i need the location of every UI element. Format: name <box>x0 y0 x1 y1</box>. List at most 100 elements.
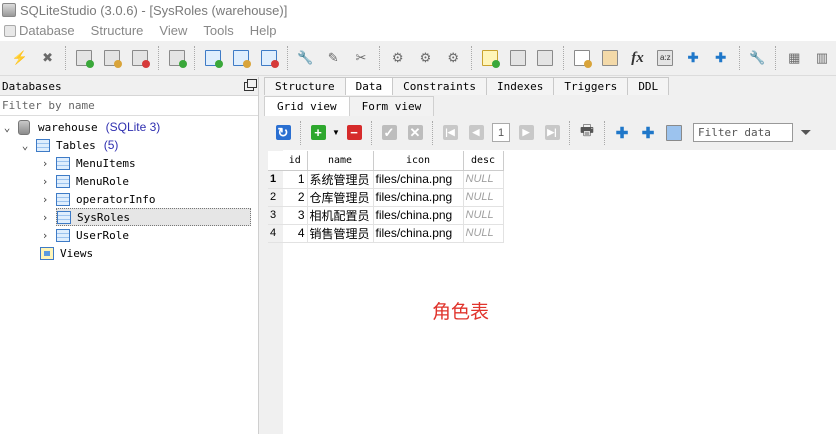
rollback-button[interactable]: ✕ <box>405 123 425 143</box>
populate-button[interactable] <box>664 123 684 143</box>
column-header-icon[interactable]: icon <box>373 151 464 171</box>
add-trigger-button[interactable]: ⚙ <box>387 47 409 69</box>
row-number[interactable]: 1 <box>268 170 283 189</box>
tree-node-table-selected[interactable]: › SysRoles <box>40 208 258 226</box>
row-number[interactable]: 3 <box>268 206 283 225</box>
commit-button[interactable]: ✓ <box>379 123 399 143</box>
edit-table-button[interactable] <box>230 47 252 69</box>
delete-row-button[interactable]: − <box>344 123 364 143</box>
import-button[interactable]: ✚ <box>682 47 704 69</box>
tab-indexes[interactable]: Indexes <box>485 77 555 95</box>
import-data-button[interactable]: ✚ <box>612 123 632 143</box>
cell-name[interactable]: 仓库管理员 <box>307 188 374 207</box>
delete-trigger-button[interactable]: ⚙ <box>442 47 464 69</box>
tree-node-views[interactable]: Views <box>40 244 93 262</box>
insert-row-dropdown[interactable]: ▼ <box>331 123 341 143</box>
cell-icon[interactable]: files/china.png <box>373 170 464 189</box>
page-number-field[interactable]: 1 <box>492 123 510 142</box>
table-row[interactable]: 1 1 系统管理员 files/china.png NULL <box>268 170 504 189</box>
cell-icon[interactable]: files/china.png <box>373 224 464 243</box>
tab-grid-view[interactable]: Grid view <box>264 96 350 116</box>
edit-database-button[interactable] <box>101 47 123 69</box>
cell-name[interactable]: 系统管理员 <box>307 170 374 189</box>
connect-db-button[interactable]: ⚡ <box>9 47 31 69</box>
tree-node-table[interactable]: › operatorInfo <box>40 190 155 208</box>
tree-node-table[interactable]: › MenuRole <box>40 172 129 190</box>
cell-desc[interactable]: NULL <box>463 224 504 243</box>
filter-data-input[interactable] <box>698 126 792 139</box>
next-page-button[interactable]: ▶ <box>516 123 536 143</box>
tab-structure[interactable]: Structure <box>264 77 346 95</box>
menu-help[interactable]: Help <box>250 23 277 38</box>
float-panel-icon[interactable] <box>244 78 257 91</box>
collations-editor-button[interactable]: a:z <box>654 47 676 69</box>
create-table-button[interactable] <box>202 47 224 69</box>
collapse-arrow-icon[interactable]: ⌄ <box>20 139 30 152</box>
grid-corner[interactable] <box>268 151 283 171</box>
edit-index-button[interactable]: ✎ <box>322 47 344 69</box>
first-page-button[interactable]: |◀ <box>440 123 460 143</box>
last-page-button[interactable]: ▶| <box>542 123 562 143</box>
disconnect-db-button[interactable]: ✖ <box>37 47 59 69</box>
export-data-button[interactable]: ✚ <box>638 123 658 143</box>
tree-node-table[interactable]: › UserRole <box>40 226 129 244</box>
expand-arrow-icon[interactable]: › <box>40 193 50 206</box>
cell-desc[interactable]: NULL <box>463 170 504 189</box>
add-index-button[interactable]: 🔧 <box>295 47 317 69</box>
row-number[interactable]: 4 <box>268 224 283 243</box>
cell-desc[interactable]: NULL <box>463 206 504 225</box>
tile-windows-button[interactable]: ▦ <box>783 47 805 69</box>
delete-table-button[interactable] <box>258 47 280 69</box>
delete-index-button[interactable]: ✂ <box>350 47 372 69</box>
filter-button[interactable]: ⏷ <box>796 123 816 143</box>
sql-editor-button[interactable] <box>571 47 593 69</box>
ddl-history-button[interactable] <box>599 47 621 69</box>
collapse-arrow-icon[interactable]: ⌄ <box>2 121 12 134</box>
cascade-windows-button[interactable]: ▥ <box>811 47 833 69</box>
row-number[interactable]: 2 <box>268 188 283 207</box>
cell-id[interactable]: 4 <box>283 224 308 243</box>
edit-view-button[interactable] <box>507 47 529 69</box>
config-button[interactable]: 🔧 <box>747 47 769 69</box>
refresh-data-button[interactable]: ↻ <box>273 123 293 143</box>
filter-by-name-input[interactable] <box>2 99 252 112</box>
remove-database-button[interactable] <box>129 47 151 69</box>
table-row[interactable]: 4 4 销售管理员 files/china.png NULL <box>268 224 504 243</box>
tree-node-tables[interactable]: ⌄ Tables (5) <box>20 136 119 154</box>
cell-desc[interactable]: NULL <box>463 188 504 207</box>
edit-trigger-button[interactable]: ⚙ <box>415 47 437 69</box>
tree-node-warehouse[interactable]: ⌄ warehouse (SQLite 3) <box>2 118 160 136</box>
delete-view-button[interactable] <box>534 47 556 69</box>
column-header-desc[interactable]: desc <box>463 151 504 171</box>
functions-editor-button[interactable]: fx <box>627 47 649 69</box>
tab-data[interactable]: Data <box>344 77 394 95</box>
menu-structure[interactable]: Structure <box>91 23 144 38</box>
expand-arrow-icon[interactable]: › <box>40 175 50 188</box>
menu-database[interactable]: Database <box>4 23 75 38</box>
cell-icon[interactable]: files/china.png <box>373 206 464 225</box>
print-button[interactable]: 🖶 <box>577 122 597 143</box>
column-header-id[interactable]: id <box>283 151 308 171</box>
add-view-button[interactable] <box>479 47 501 69</box>
tab-constraints[interactable]: Constraints <box>392 77 487 95</box>
cell-name[interactable]: 相机配置员 <box>307 206 374 225</box>
expand-arrow-icon[interactable]: › <box>40 229 50 242</box>
insert-row-button[interactable]: + <box>308 123 328 143</box>
expand-arrow-icon[interactable]: › <box>40 157 50 170</box>
tree-node-table[interactable]: › MenuItems <box>40 154 136 172</box>
add-database-button[interactable] <box>73 47 95 69</box>
prev-page-button[interactable]: ◀ <box>466 123 486 143</box>
export-button[interactable]: ✚ <box>710 47 732 69</box>
cell-id[interactable]: 3 <box>283 206 308 225</box>
cell-id[interactable]: 2 <box>283 188 308 207</box>
cell-name[interactable]: 销售管理员 <box>307 224 374 243</box>
tab-triggers[interactable]: Triggers <box>553 77 629 95</box>
refresh-schema-button[interactable] <box>166 47 188 69</box>
cell-icon[interactable]: files/china.png <box>373 188 464 207</box>
column-header-name[interactable]: name <box>307 151 374 171</box>
table-row[interactable]: 2 2 仓库管理员 files/china.png NULL <box>268 188 504 207</box>
tab-form-view[interactable]: Form view <box>348 96 435 116</box>
menu-view[interactable]: View <box>159 23 187 38</box>
table-row[interactable]: 3 3 相机配置员 files/china.png NULL <box>268 206 504 225</box>
cell-id[interactable]: 1 <box>283 170 308 189</box>
